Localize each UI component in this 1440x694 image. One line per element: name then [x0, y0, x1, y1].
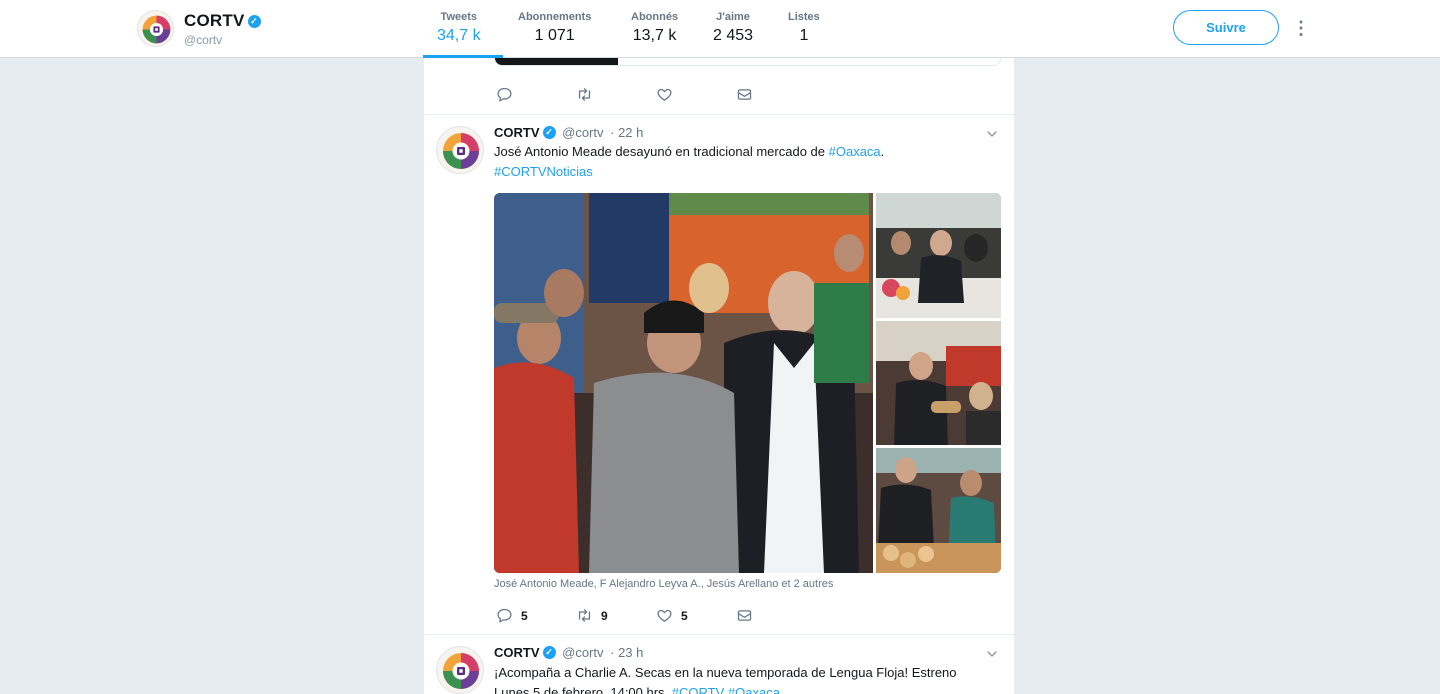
stat-label: Abonnements — [518, 11, 592, 23]
tweet-author-name[interactable]: CORTV — [494, 645, 540, 660]
like-icon — [656, 86, 673, 103]
stat-label: Listes — [788, 11, 820, 23]
cortv-logo-icon — [437, 127, 484, 174]
verified-icon: ✓ — [542, 646, 556, 659]
tweet-author-name[interactable]: CORTV — [494, 125, 540, 140]
like-button[interactable]: 5 — [656, 607, 736, 624]
market-photo-image — [494, 193, 873, 573]
reply-button[interactable]: 5 — [496, 607, 576, 624]
profile-name-block[interactable]: CORTV ✓ — [184, 11, 261, 31]
stat-lists[interactable]: Listes 1 — [788, 11, 820, 45]
market-photo-image — [876, 448, 1001, 573]
caret-down-icon[interactable] — [984, 646, 1000, 662]
tweet-divider — [424, 114, 1014, 115]
hashtag-link[interactable]: #CORTVNoticias — [494, 164, 593, 179]
verified-icon: ✓ — [542, 126, 556, 139]
profile-avatar[interactable] — [137, 10, 174, 47]
like-icon — [656, 607, 673, 624]
profile-name[interactable]: CORTV — [184, 11, 245, 30]
retweet-icon — [576, 607, 593, 624]
like-button[interactable] — [656, 86, 736, 103]
tweet-media-grid — [494, 193, 1001, 573]
previous-tweet-card-image — [495, 58, 618, 65]
tweet-text: José Antonio Meade desayunó en tradicion… — [494, 142, 1004, 182]
tagged-users[interactable]: José Antonio Meade, F Alejandro Leyva A.… — [494, 578, 833, 590]
stat-label: Abonnés — [631, 11, 679, 23]
stat-value: 1 — [799, 27, 809, 44]
stat-likes[interactable]: J'aime 2 453 — [713, 11, 753, 45]
stat-followers[interactable]: Abonnés 13,7 k — [631, 11, 678, 45]
tweet-avatar[interactable] — [436, 126, 484, 174]
verified-icon: ✓ — [247, 15, 261, 28]
stat-value: 2 453 — [713, 27, 754, 44]
stat-label: Tweets — [440, 11, 478, 23]
tweet-author-handle[interactable]: @cortv — [562, 125, 603, 140]
tweet-text-body: José Antonio Meade desayunó en tradicion… — [494, 144, 829, 159]
like-count: 5 — [681, 608, 688, 623]
more-icon[interactable]: ⋮ — [1292, 16, 1310, 40]
profile-handle[interactable]: @cortv — [184, 33, 222, 47]
retweet-button[interactable] — [576, 86, 656, 103]
hashtag-link[interactable]: #Oaxaca — [829, 144, 881, 159]
message-button[interactable] — [736, 86, 816, 103]
tweet-actions: 5 9 5 — [496, 607, 816, 624]
reply-count: 5 — [521, 608, 528, 623]
tweet-photo-main[interactable] — [494, 193, 873, 573]
tweet-author-handle[interactable]: @cortv — [562, 645, 603, 660]
hashtag-link[interactable]: #Oaxaca — [728, 685, 780, 694]
follow-button[interactable]: Suivre — [1173, 10, 1279, 45]
stat-value: 1 071 — [534, 27, 575, 44]
tweet-photo-4[interactable] — [876, 448, 1001, 573]
market-photo-image — [876, 193, 1001, 318]
cortv-logo-icon — [437, 647, 484, 694]
retweet-icon — [576, 86, 593, 103]
tweet-text-body-2: Lunes 5 de febrero, 14:00 hrs. — [494, 685, 672, 694]
message-icon — [736, 607, 753, 624]
previous-tweet-actions — [496, 86, 816, 103]
reply-button[interactable] — [496, 86, 576, 103]
tweet-text: ¡Acompaña a Charlie A. Secas en la nueva… — [494, 663, 1004, 694]
stat-following[interactable]: Abonnements 1 071 — [518, 11, 591, 45]
reply-icon — [496, 607, 513, 624]
retweet-count: 9 — [601, 608, 608, 623]
tweet-photo-2[interactable] — [876, 193, 1001, 318]
tweet-text-body: ¡Acompaña a Charlie A. Secas en la nueva… — [494, 665, 957, 680]
stat-label: J'aime — [716, 11, 750, 23]
reply-icon — [496, 86, 513, 103]
tweet-timestamp[interactable]: · 22 h — [610, 125, 643, 140]
message-button[interactable] — [736, 607, 816, 624]
previous-tweet-card[interactable] — [494, 58, 1001, 66]
retweet-button[interactable]: 9 — [576, 607, 656, 624]
tweet-header: CORTV ✓ @cortv · 22 h — [494, 125, 643, 140]
tweet-timestamp[interactable]: · 23 h — [610, 645, 643, 660]
caret-down-icon[interactable] — [984, 126, 1000, 142]
tweet-header: CORTV ✓ @cortv · 23 h — [494, 645, 643, 660]
tweet-avatar[interactable] — [436, 646, 484, 694]
market-photo-image — [876, 321, 1001, 445]
message-icon — [736, 86, 753, 103]
active-tab-indicator — [423, 55, 503, 58]
profile-nav-bar: CORTV ✓ @cortv Tweets 34,7 k Abonnements … — [0, 0, 1440, 58]
tweet-text-end: . — [880, 144, 885, 159]
tweet-photo-3[interactable] — [876, 321, 1001, 445]
stat-tweets[interactable]: Tweets 34,7 k — [437, 11, 481, 45]
stat-value: 34,7 k — [437, 27, 481, 44]
tweet-divider — [424, 634, 1014, 635]
stat-value: 13,7 k — [632, 27, 677, 44]
timeline: CORTV ✓ @cortv · 22 h José Antonio Meade … — [424, 58, 1014, 694]
hashtag-link[interactable]: #CORTV — [672, 685, 725, 694]
cortv-logo-icon — [138, 11, 174, 47]
